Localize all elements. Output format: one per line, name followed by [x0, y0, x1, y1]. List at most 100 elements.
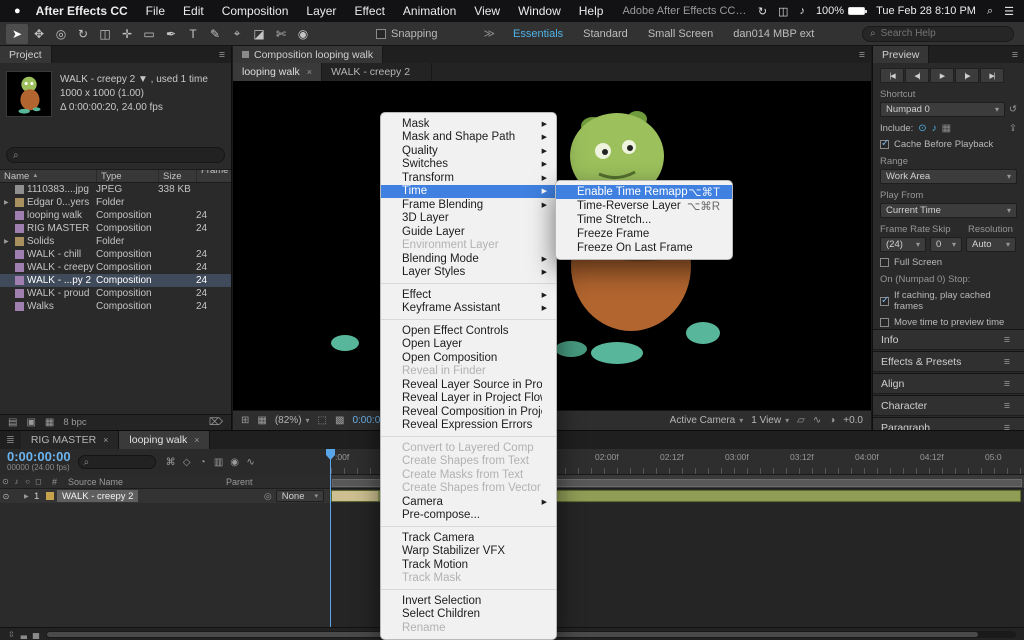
solo-column-icon[interactable]: ○ [22, 477, 33, 486]
close-tab-icon[interactable] [194, 435, 199, 445]
viewer-tab[interactable]: WALK - creepy 2 [322, 63, 433, 81]
panel-menu-icon[interactable] [1006, 46, 1024, 63]
shape-tool-icon[interactable]: ▭ [138, 24, 160, 44]
cache-before-playback-checkbox[interactable] [880, 138, 889, 149]
project-row[interactable]: ▶ Solids Folder [0, 235, 231, 248]
context-menu-item[interactable]: Create Shapes from Vector Layer ▶ [381, 482, 556, 496]
context-menu-item[interactable]: Reveal in Finder ▶ [381, 365, 556, 379]
time-submenu-item[interactable]: Time Stretch... [556, 213, 732, 227]
lock-column-icon[interactable]: ◻ [33, 477, 44, 486]
context-menu-item[interactable]: Track Motion ▶ [381, 558, 556, 572]
menubar-item[interactable]: Animation [394, 4, 465, 18]
pen-tool-icon[interactable]: ✒ [160, 24, 182, 44]
context-menu-item[interactable]: Camera ▶ [381, 495, 556, 509]
notification-center-icon[interactable]: ☰ [1004, 5, 1014, 18]
context-menu-item[interactable]: Switches ▶ [381, 158, 556, 172]
context-menu-item[interactable]: Blending Mode ▶ [381, 252, 556, 266]
transparency-grid-icon[interactable]: ▩ [335, 415, 344, 426]
column-header-source-name[interactable]: Source Name [68, 477, 218, 487]
workspace-overflow-icon[interactable]: ≫ [484, 27, 496, 40]
include-audio-icon[interactable]: ♪ [932, 123, 937, 134]
search-help-box[interactable]: ⌕ [862, 25, 1014, 42]
fast-previews-icon[interactable]: ∿ [813, 415, 821, 426]
context-menu-item[interactable]: Invert Selection ▶ [381, 594, 556, 608]
region-of-interest-icon[interactable]: ⬚ [318, 415, 327, 426]
column-header-parent[interactable]: Parent [226, 477, 253, 487]
timeline-search-box[interactable]: ⌕ [77, 455, 156, 469]
viewer-tab[interactable]: looping walk [233, 63, 323, 81]
graph-editor-icon[interactable]: ∿ [243, 457, 259, 468]
menubar-item[interactable]: Composition [213, 4, 298, 18]
snapshot-icon[interactable]: ⊞ [241, 415, 249, 426]
context-menu-item[interactable]: Select Children ▶ [381, 608, 556, 622]
new-composition-icon[interactable]: ▦ [45, 417, 54, 428]
resolution-dropdown[interactable]: Auto [966, 237, 1016, 252]
unified-camera-tool-icon[interactable]: ◫ [94, 24, 116, 44]
toggle-expand-icon[interactable]: ⇳ [8, 630, 15, 639]
column-header-size[interactable]: Size [158, 170, 196, 182]
search-help-input[interactable] [880, 28, 991, 39]
context-menu-item[interactable]: Reveal Layer in Project Flowchart ▶ [381, 392, 556, 406]
time-submenu-item[interactable]: Freeze On Last Frame [556, 241, 732, 255]
cache-indicator-icon[interactable]: ⇪ [1009, 123, 1017, 134]
rotation-tool-icon[interactable]: ↻ [72, 24, 94, 44]
twirl-icon[interactable]: ▶ [4, 238, 12, 245]
twirl-icon[interactable]: ▶ [4, 199, 12, 206]
sync-status-icon[interactable]: ↻ [758, 5, 767, 18]
context-menu-item[interactable]: Track Mask ▶ [381, 572, 556, 586]
context-menu-item[interactable]: Track Camera ▶ [381, 531, 556, 545]
spotlight-icon[interactable]: ⌕ [987, 5, 993, 18]
exposure-value[interactable]: +0.0 [843, 415, 863, 426]
exposure-icon[interactable]: ◑ [829, 415, 835, 426]
preview-panel-tab[interactable]: Preview [873, 46, 930, 63]
zoom-tool-icon[interactable]: ◎ [50, 24, 72, 44]
next-frame-button[interactable]: |▶ [955, 68, 979, 83]
context-menu-item[interactable]: Layer Styles ▶ [381, 266, 556, 280]
parent-dropdown[interactable]: None [275, 490, 324, 502]
panel-grip-icon[interactable]: ≣ [0, 431, 21, 449]
panel-menu-icon[interactable] [998, 356, 1016, 368]
shortcut-dropdown[interactable]: Numpad 0 [880, 102, 1006, 117]
range-dropdown[interactable]: Work Area [880, 169, 1017, 184]
panel-header[interactable]: Align [873, 373, 1024, 394]
play-from-dropdown[interactable]: Current Time [880, 203, 1017, 218]
menu-bar-clock[interactable]: Tue Feb 28 8:10 PM [876, 5, 976, 17]
menubar-item[interactable]: Edit [174, 4, 213, 18]
context-menu-item[interactable]: Reveal Expression Errors ▶ [381, 419, 556, 433]
timeline-tab[interactable]: looping walk [119, 431, 211, 449]
context-menu-item[interactable]: Mask ▶ [381, 117, 556, 131]
skip-dropdown[interactable]: 0 [930, 237, 962, 252]
camera-dropdown[interactable]: Active Camera [670, 415, 744, 426]
context-menu-item[interactable]: Guide Layer ▶ [381, 225, 556, 239]
workspace-tab[interactable]: Small Screen [638, 28, 723, 40]
last-frame-button[interactable]: ▶| [980, 68, 1004, 83]
zoom-out-mountain-icon[interactable]: ▃ [21, 630, 27, 639]
video-column-icon[interactable]: ⊙ [0, 477, 11, 486]
project-row[interactable]: ▶ 1110383....jpg JPEG 338 KB [0, 183, 231, 196]
context-menu-item[interactable]: Frame Blending ▶ [381, 198, 556, 212]
app-menu-name[interactable]: After Effects CC [27, 4, 137, 18]
snapping-checkbox[interactable] [376, 28, 386, 39]
parent-pickwhip-icon[interactable]: ◎ [264, 491, 272, 502]
context-menu-item[interactable]: Open Effect Controls ▶ [381, 324, 556, 338]
time-submenu-item[interactable]: Enable Time Remapping ⌥⌘T [556, 185, 732, 199]
project-row[interactable]: ▶ Edgar 0...yers Folder [0, 196, 231, 209]
menubar-item[interactable]: Help [570, 4, 613, 18]
reset-icon[interactable]: ↺ [1009, 104, 1017, 115]
context-menu-item[interactable]: Create Shapes from Text ▶ [381, 455, 556, 469]
layer-twirl-icon[interactable]: ▶ [24, 493, 34, 500]
type-tool-icon[interactable]: T [182, 24, 204, 44]
column-header-type[interactable]: Type [96, 170, 158, 182]
current-time-indicator[interactable] [330, 449, 331, 627]
pan-behind-tool-icon[interactable]: ✛ [116, 24, 138, 44]
hand-tool-icon[interactable]: ✥ [28, 24, 50, 44]
composition-panel-tab[interactable]: Composition looping walk [233, 46, 384, 63]
menubar-item[interactable]: Layer [297, 4, 345, 18]
delete-item-icon[interactable]: ⌦ [209, 417, 223, 428]
panel-menu-icon[interactable] [998, 334, 1016, 346]
project-row[interactable]: ▶ RIG MASTER Composition 24 [0, 222, 231, 235]
close-tab-icon[interactable] [307, 67, 312, 77]
apple-menu-icon[interactable]: ● [14, 5, 21, 17]
frame-blending-icon[interactable]: ▥ [211, 457, 227, 468]
project-search-box[interactable]: ⌕ [6, 147, 225, 163]
